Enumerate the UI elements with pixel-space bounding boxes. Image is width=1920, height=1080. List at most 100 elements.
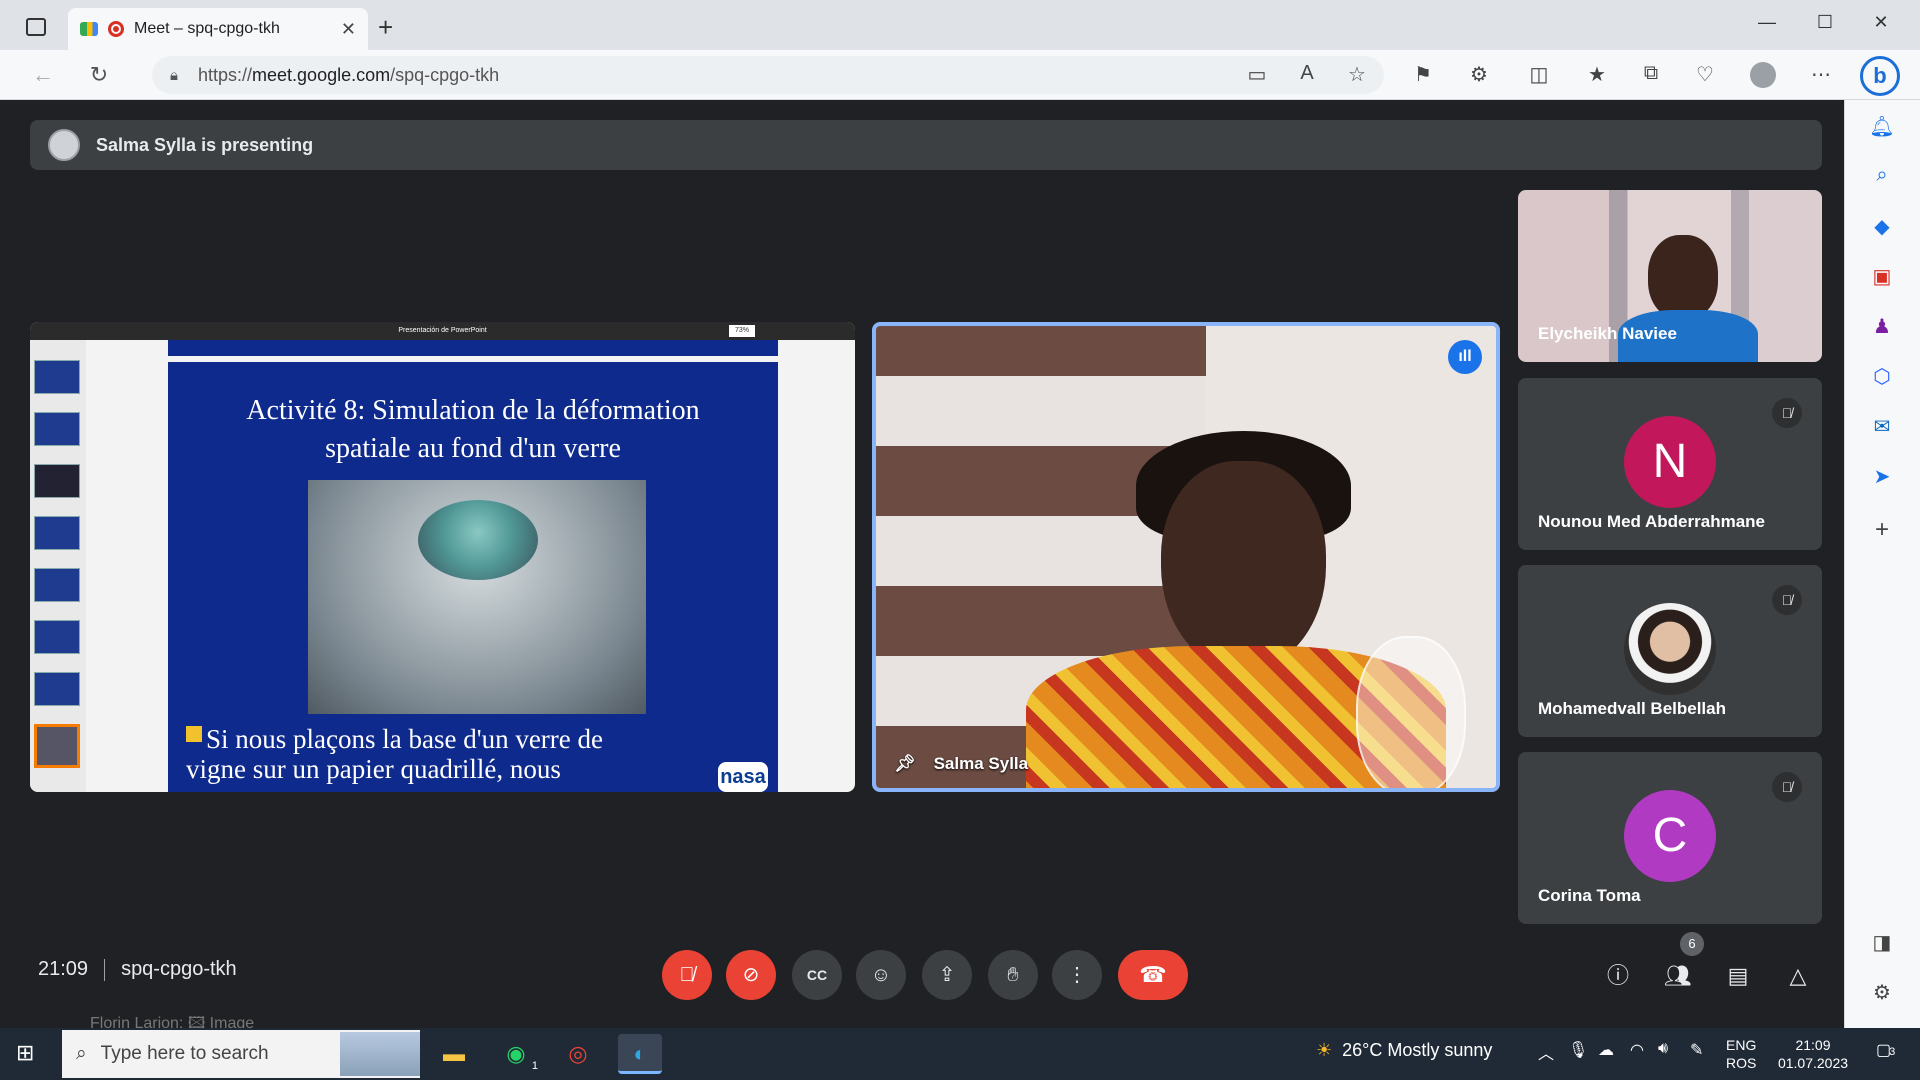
read-aloud-icon[interactable]: A bbox=[1292, 62, 1322, 85]
shopping-tag-icon[interactable]: ◆ bbox=[1862, 214, 1902, 239]
split-screen-icon[interactable]: ◫ bbox=[1524, 62, 1554, 87]
tab-close-icon[interactable]: ✕ bbox=[341, 19, 356, 40]
meet-logo-icon bbox=[80, 22, 98, 36]
camera-permission-icon[interactable]: ▭ bbox=[1242, 62, 1272, 87]
powerpoint-titlebar: Presentación de PowerPoint 73% bbox=[30, 322, 855, 340]
emoji-reaction-button[interactable]: ☺ bbox=[856, 950, 906, 1000]
muted-mic-icon: 🎙̸ bbox=[1772, 772, 1802, 802]
participant-tile[interactable]: Elycheikh Naviee bbox=[1518, 190, 1822, 362]
favorite-star-icon[interactable]: ☆ bbox=[1342, 62, 1372, 87]
camera-off-button[interactable]: ⊘ bbox=[726, 950, 776, 1000]
maximize-icon[interactable]: ☐ bbox=[1810, 12, 1840, 33]
url-prefix: https:// bbox=[198, 64, 253, 85]
participant-name: Nounou Med Abderrahmane bbox=[1538, 512, 1765, 531]
close-window-icon[interactable]: ✕ bbox=[1866, 12, 1896, 33]
bullet-icon bbox=[186, 726, 202, 742]
chrome-icon[interactable]: ◎ bbox=[556, 1034, 600, 1074]
sidebar-search-icon[interactable]: ⌕ bbox=[1862, 164, 1902, 187]
participant-name: Mohamedvall Belbellah bbox=[1538, 699, 1726, 718]
people-icon[interactable]: 👥︎ bbox=[1660, 958, 1696, 994]
participant-tile[interactable]: 🎙̸ N Nounou Med Abderrahmane bbox=[1518, 378, 1822, 550]
chat-icon[interactable]: ▤ bbox=[1720, 958, 1756, 994]
send-icon[interactable]: ➤ bbox=[1862, 464, 1902, 489]
language-indicator[interactable]: ENG ROS bbox=[1726, 1036, 1756, 1072]
presentation-tile[interactable]: Presentación de PowerPoint 73% Activité … bbox=[30, 322, 855, 792]
zoom-level: 73% bbox=[728, 325, 755, 337]
participant-tile[interactable]: 🎙̸ C Corina Toma bbox=[1518, 752, 1822, 924]
profile-avatar-icon[interactable] bbox=[1748, 62, 1778, 94]
whatsapp-icon[interactable]: ◉ 1 bbox=[494, 1034, 538, 1074]
windows-start-icon[interactable]: ⊞ bbox=[16, 1040, 42, 1066]
favorites-icon[interactable]: ★ bbox=[1582, 62, 1612, 87]
bing-copilot-icon[interactable]: b bbox=[1860, 56, 1900, 96]
raise-hand-button[interactable]: ✋︎ bbox=[988, 950, 1038, 1000]
tab-actions-icon[interactable] bbox=[26, 18, 46, 36]
speaker-name: Salma Sylla bbox=[933, 754, 1029, 773]
slide-text-line2: vigne sur un papier quadrillé, nous bbox=[186, 754, 561, 784]
taskbar-clock[interactable]: 21:09 01.07.2023 bbox=[1770, 1036, 1856, 1072]
slide-thumb[interactable] bbox=[34, 568, 80, 602]
back-icon[interactable]: ← bbox=[28, 62, 58, 88]
sidebar-settings-icon[interactable]: ⚙ bbox=[1862, 980, 1902, 1005]
minimize-icon[interactable]: — bbox=[1752, 12, 1782, 33]
present-screen-button[interactable]: ⇪ bbox=[922, 950, 972, 1000]
tray-pen-icon[interactable]: ✎ bbox=[1690, 1040, 1703, 1060]
tray-wifi-icon[interactable]: ◠ bbox=[1630, 1040, 1644, 1060]
edge-icon[interactable]: ◐ bbox=[618, 1034, 662, 1074]
meeting-details-icon[interactable]: ⓘ bbox=[1600, 958, 1636, 994]
tray-chevron-icon[interactable]: ︿ bbox=[1538, 1040, 1554, 1064]
tools-icon[interactable]: ▣ bbox=[1862, 264, 1902, 289]
notifications-bell-icon[interactable]: 🔔︎ bbox=[1862, 114, 1902, 139]
leave-call-button[interactable]: ☎︎ bbox=[1118, 950, 1188, 1000]
slide-thumb[interactable] bbox=[34, 412, 80, 446]
reload-icon[interactable]: ↻ bbox=[84, 62, 114, 88]
slide-thumb[interactable] bbox=[34, 516, 80, 550]
slide-thumb-current[interactable] bbox=[34, 724, 80, 768]
recording-icon bbox=[108, 21, 124, 37]
pin-icon[interactable]: 📌︎ bbox=[894, 754, 916, 774]
clock-date: 01.07.2023 bbox=[1777, 1055, 1849, 1071]
captions-button[interactable]: CC bbox=[792, 950, 842, 1000]
current-slide: Activité 8: Simulation de la déformation… bbox=[168, 362, 778, 792]
slide-thumb[interactable] bbox=[34, 464, 80, 498]
flag-icon[interactable]: ⚑ bbox=[1408, 62, 1438, 87]
tray-volume-icon[interactable]: 🔊︎ bbox=[1658, 1040, 1668, 1058]
browser-essentials-icon[interactable]: ♡ bbox=[1690, 62, 1720, 87]
nasa-logo: nasa bbox=[718, 762, 768, 792]
search-placeholder: Type here to search bbox=[100, 1043, 269, 1064]
speaker-face bbox=[1161, 461, 1326, 671]
more-options-icon[interactable]: ⋯ bbox=[1806, 62, 1836, 87]
taskbar-search[interactable]: ⌕ Type here to search bbox=[62, 1030, 420, 1078]
slide-text-line1: Si nous plaçons la base d'un verre de bbox=[206, 724, 604, 754]
slide-thumbnails bbox=[30, 340, 86, 792]
add-sidebar-app-icon[interactable]: + bbox=[1862, 516, 1902, 544]
lang-secondary: ROS bbox=[1726, 1055, 1757, 1071]
new-tab-button[interactable]: + bbox=[378, 14, 393, 40]
activities-icon[interactable]: △ bbox=[1780, 958, 1816, 994]
tray-cloud-icon[interactable]: ☁︎ bbox=[1598, 1040, 1614, 1060]
tray-mic-icon[interactable]: 🎙︎ bbox=[1568, 1040, 1588, 1060]
weather-widget[interactable]: ☀︎ 26°C Mostly sunny bbox=[1316, 1040, 1492, 1061]
notification-center-icon[interactable]: ▢3 bbox=[1876, 1040, 1895, 1060]
participant-name: Elycheikh Naviee bbox=[1538, 324, 1677, 343]
address-bar[interactable]: 🔒︎ https://meet.google.com/spq-cpgo-tkh bbox=[152, 56, 1384, 94]
slide-thumb[interactable] bbox=[34, 620, 80, 654]
weather-sun-icon: ☀︎ bbox=[1316, 1040, 1333, 1060]
games-icon[interactable]: ♟ bbox=[1862, 314, 1902, 339]
main-speaker-tile[interactable]: ıll 📌︎ Salma Sylla bbox=[872, 322, 1500, 792]
browser-tab-meet[interactable]: Meet – spq-cpgo-tkh ✕ bbox=[68, 8, 368, 50]
slide-thumb[interactable] bbox=[34, 672, 80, 706]
lang-primary: ENG bbox=[1726, 1037, 1757, 1053]
outlook-icon[interactable]: ✉ bbox=[1862, 414, 1902, 439]
collections-icon[interactable]: ⧉ bbox=[1636, 62, 1666, 85]
more-options-button[interactable]: ⋮ bbox=[1052, 950, 1102, 1000]
slide-thumb[interactable] bbox=[34, 360, 80, 394]
mic-off-button[interactable]: 🎙̸ bbox=[662, 950, 712, 1000]
participant-tile[interactable]: 🎙̸ Mohamedvall Belbellah bbox=[1518, 565, 1822, 737]
hide-sidebar-icon[interactable]: ◨ bbox=[1862, 930, 1902, 955]
file-explorer-icon[interactable]: ▬ bbox=[432, 1034, 476, 1074]
microsoft-365-icon[interactable]: ⬡ bbox=[1862, 364, 1902, 389]
extensions-icon[interactable]: ⚙ bbox=[1464, 62, 1494, 87]
participant-avatar: C bbox=[1624, 790, 1716, 882]
participant-name: Corina Toma bbox=[1538, 886, 1641, 905]
